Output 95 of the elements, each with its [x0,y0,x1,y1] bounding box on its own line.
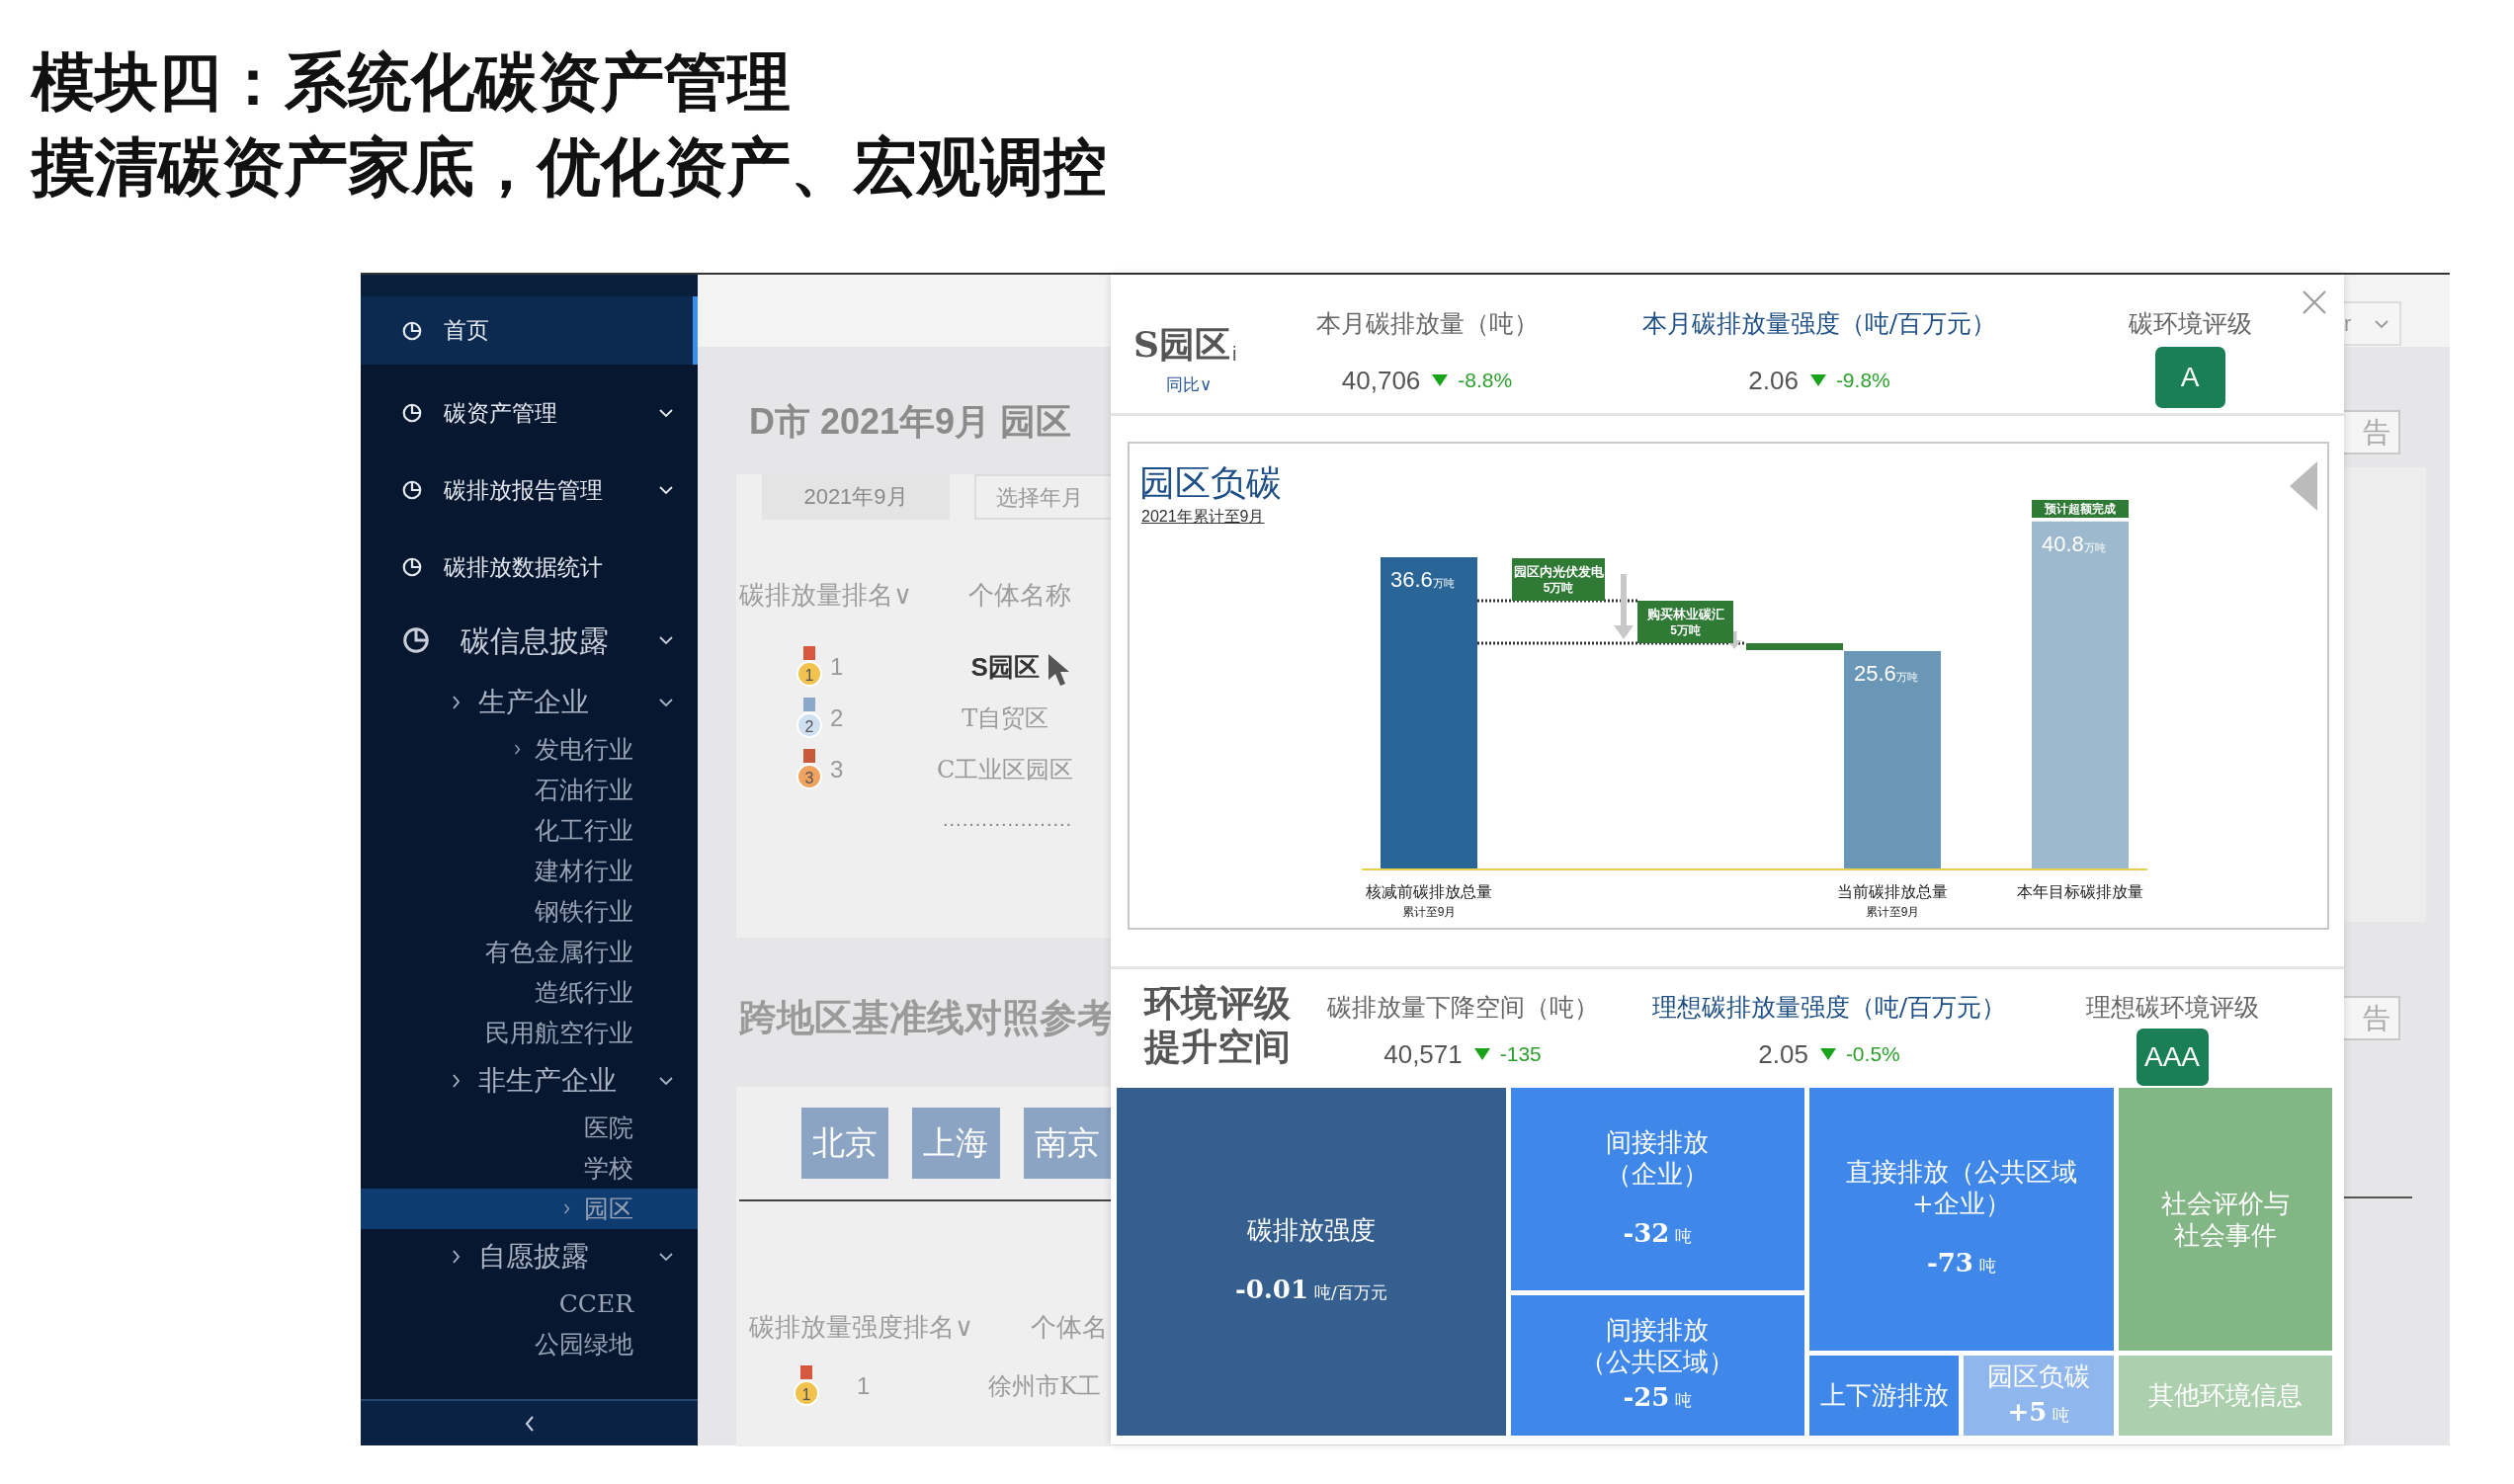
rank-number: 1 [830,652,844,682]
tile-unit: 吨 [1978,1256,1996,1277]
rank-number: 1 [857,1371,871,1401]
category-note: 累计至9月 [1865,904,1920,921]
sidebar-item[interactable]: 首页 [361,296,698,365]
tile-label: 碳排放强度 [1246,1214,1376,1247]
reduction-box: 园区内光伏发电 5万吨 [1512,558,1605,601]
sidebar-item[interactable]: 民用航空行业 [361,1013,698,1053]
close-icon [2301,289,2328,316]
category-label: 当前碳排放总量 [1837,882,1948,902]
rank-number: 2 [830,703,844,733]
entity-name[interactable]: S园区 [970,651,1040,682]
tile-value: -25 [1623,1382,1670,1413]
dotted-ellipsis: .................... [943,807,1074,831]
sidebar-item[interactable]: 碳排放数据统计 [361,529,698,606]
column-header: 个体名称 [968,579,1071,612]
chevron-down-icon [2374,318,2389,329]
tile-label: 上下游排放 [1819,1379,1949,1412]
tile-unit: 吨 [1675,1225,1693,1246]
tile-label: 其他环境信息 [2147,1379,2303,1412]
tile-label: 园区负碳 [1987,1360,2090,1392]
column-header: 个体名 [1031,1311,1108,1344]
metric-value: 40,706 [1341,365,1421,397]
sidebar-item[interactable]: 钢铁行业 [361,891,698,932]
medal: 3 [795,748,824,791]
tile-label: 直接排放（公共区域+企业） [1844,1156,2078,1220]
grade-badge: AAA [2136,1029,2209,1086]
medal: 1 [795,645,824,689]
category-note: 累计至9月 [1401,904,1457,921]
section-heading: 跨地区基准线对照参考 [739,995,1111,1040]
target-badge: 预计超额完成 [2032,499,2129,518]
grade-badge: A [2154,347,2225,408]
category-label: 核减前碳排放总量 [1366,882,1492,902]
metric-label: 碳排放量下降空间（吨） [1326,992,1599,1024]
treemap-tile[interactable]: 间接排放（企业） -32 吨 [1510,1088,1805,1290]
tile-value: +5 [2007,1396,2048,1427]
chevron-left-icon [523,1415,536,1434]
sidebar-item[interactable]: 石油行业 [361,770,698,810]
sidebar-item[interactable]: 医院 [361,1108,698,1148]
tile-value: -73 [1926,1248,1973,1278]
sidebar-item[interactable]: 公园绿地 [361,1324,698,1364]
page-heading: D市 2021年9月 园区 [749,400,1073,444]
metric-label: 理想碳排放量强度（吨/百万元） [1651,992,2007,1024]
sidebar-item[interactable]: 有色金属行业 [361,932,698,972]
treemap-tile[interactable]: 直接排放（公共区域+企业） -73 吨 [1809,1088,2114,1351]
sidebar-item[interactable]: 自愿披露 [361,1229,698,1283]
reduction-box: 购买林业碳汇 5万吨 [1637,601,1733,643]
sidebar-item[interactable]: 发电行业 [361,729,698,770]
tile-label: 间接排放（企业） [1605,1125,1711,1190]
left-triangle-icon [2290,461,2317,511]
slide-title: 模块四：系统化碳资产管理 [32,45,791,120]
compare-link[interactable]: 同比∨ [1166,374,1213,396]
tile-unit: 吨 [1675,1390,1693,1411]
slide-subtitle: 摸清碳资产家底，优化资产、宏观调控 [32,130,1107,205]
metric-change: -0.5% [1845,1041,1900,1067]
sidebar-item[interactable]: 碳资产管理 [361,374,698,452]
metric-change: -135 [1499,1041,1542,1067]
sidebar-item[interactable]: 造纸行业 [361,972,698,1013]
metric-value: 2.05 [1758,1038,1808,1071]
metric-value: 2.06 [1748,365,1799,397]
sidebar-item[interactable]: 生产企业 [361,675,698,729]
sidebar-item[interactable]: 建材行业 [361,851,698,891]
treemap-tile[interactable]: 上下游排放 [1809,1355,1960,1436]
grade-label: 理想碳环境评级 [2085,992,2259,1024]
tile-value: -32 [1623,1217,1670,1248]
category-label: 本年目标碳排放量 [2017,882,2143,902]
tile-label: 社会评价与社会事件 [2159,1187,2291,1251]
medal: 2 [795,697,824,740]
sidebar-item[interactable]: 化工行业 [361,810,698,851]
sidebar-item[interactable]: CCER [361,1283,698,1324]
popup-title: S园区 [1133,323,1230,365]
chart-subtitle: 2021年累计至9月 [1141,507,1265,527]
sidebar-item[interactable]: 园区 [361,1189,698,1229]
treemap-tile[interactable]: 间接排放（公共区域） -25 吨 [1510,1294,1805,1436]
sidebar-item[interactable]: 碳排放报告管理 [361,452,698,529]
tile-unit: 吨 [2053,1404,2070,1425]
sidebar-item[interactable]: 碳信息披露 [361,606,698,675]
treemap-tile[interactable]: 碳排放强度 -0.01 吨/百万元 [1117,1088,1506,1436]
sidebar-item[interactable]: 学校 [361,1148,698,1189]
rank-number: 3 [830,755,844,784]
metric-label: 本月碳排放量强度（吨/百万元） [1641,308,1997,340]
grade-label: 碳环境评级 [2128,308,2252,340]
section-title: 环境评级提升空间 [1144,981,1292,1068]
close-button[interactable] [2301,289,2328,316]
sidebar-item[interactable]: 非生产企业 [361,1053,698,1108]
tile-value: -0.01 [1234,1275,1308,1305]
metric-value: 40,571 [1383,1038,1463,1071]
info-mark[interactable]: i [1232,343,1237,365]
tile-unit: 吨/百万元 [1314,1282,1387,1303]
medal: 1 [792,1364,821,1408]
metric-change: -9.8% [1835,368,1890,393]
metric-change: -8.8% [1458,368,1513,393]
tile-label: 间接排放（公共区域） [1579,1314,1736,1378]
chart-title: 园区负碳 [1139,461,1282,505]
metric-label: 本月碳排放量（吨） [1315,308,1539,340]
